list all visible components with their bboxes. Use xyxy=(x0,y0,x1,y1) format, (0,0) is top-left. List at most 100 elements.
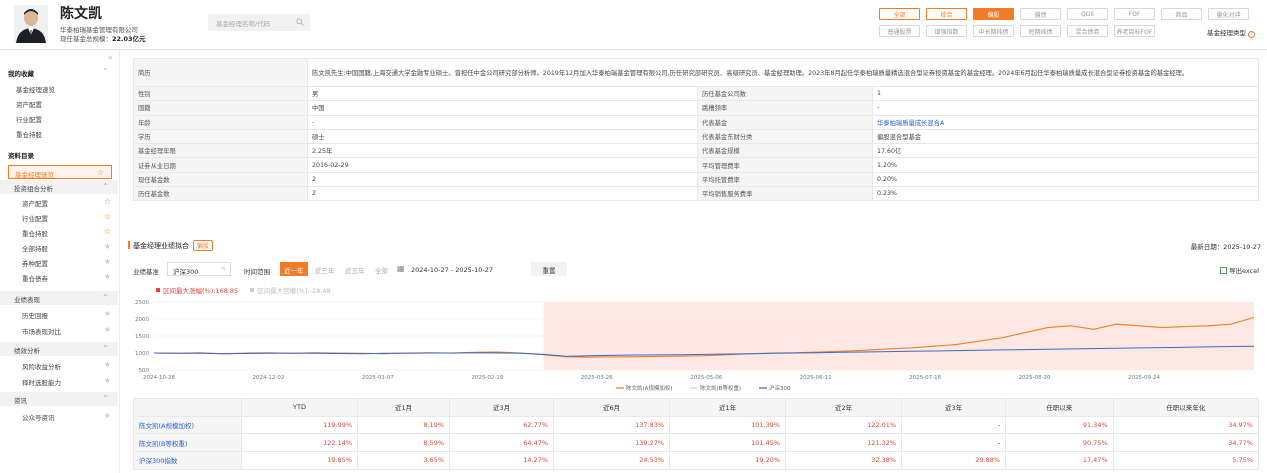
tab-commodity[interactable]: 商品 xyxy=(1161,8,1202,20)
table-row: 证券从业日期 2016-02-29 平均管理费率 1.20% xyxy=(133,157,1259,173)
sidebar-item-wechat-news[interactable]: 公众号资讯 ★ xyxy=(0,409,118,423)
table-row: 陈文凯(B等权重) 122.14% 8.59% 64.47% 139.27% 101.4… xyxy=(133,433,1260,453)
range-5y[interactable]: 近五年 xyxy=(341,262,369,276)
tab-short-bond[interactable]: 短期纯债 xyxy=(1020,25,1061,37)
star-icon[interactable]: ★ xyxy=(104,360,111,369)
date-range[interactable]: 2024-10-27 - 2025-10-27 xyxy=(411,266,493,274)
y-tick-label: 2500 xyxy=(135,300,149,306)
table-row: 国籍 中国 跳槽频率 - xyxy=(133,100,1259,116)
sidebar-group-portfolio[interactable]: 投资组合分析 ^ xyxy=(0,180,118,194)
sidebar-fav-holdings[interactable]: 重仓持股 xyxy=(0,126,118,140)
tab-long-bond[interactable]: 中长期纯债 xyxy=(973,25,1014,37)
total-scale-value: 22.03亿元 xyxy=(112,35,146,43)
tab-fof[interactable]: FOF xyxy=(1114,8,1155,20)
category-tag: 偏股 xyxy=(193,240,214,251)
y-tick-label: 1000 xyxy=(135,351,149,357)
manager-name: 陈文凯 xyxy=(60,6,102,22)
sidebar-item-market-compare[interactable]: 市场表现对比 ★ xyxy=(0,323,118,337)
sidebar: « 我的收藏 ^ 基金经理速览 资产配置 行业配置 重仓持股 资料目录 基金经理速… xyxy=(0,50,120,473)
range-all[interactable]: 全部 xyxy=(371,262,392,276)
table-row: 简历 陈文凯先生:中国国籍,上海交通大学金融专业硕士。曾担任中金公司研究部分析师… xyxy=(133,58,1259,87)
row-name-link[interactable]: 陈文凯(B等权重) xyxy=(133,433,242,453)
chart-controls: 业绩基准 沪深300 ✎ 时间范围 近一年 近三年 近五年 全部 ▦ 2024-1… xyxy=(133,262,1259,276)
drawdown-legend: 区间最大涨幅(%):168.85 区间最大回撤(%):-28.48 xyxy=(156,285,331,295)
tab-stock[interactable]: 普通股票 xyxy=(879,25,920,37)
y-tick-label: 500 xyxy=(139,368,150,374)
sidebar-favorites-header[interactable]: 我的收藏 ^ xyxy=(0,65,118,79)
update-date: 最新日期：2025-10-27 xyxy=(1190,243,1261,251)
manager-type-link[interactable]: 基金经理类型? xyxy=(1207,27,1255,38)
range-3y[interactable]: 近三年 xyxy=(311,262,339,276)
row-name-link[interactable]: 沪深300指数 xyxy=(133,451,242,470)
x-tick-label: 2025-07-16 xyxy=(909,375,941,381)
table-row: 沪深300指数 19.85% 3.65% 14.27% 24.53% 19.20% 32.… xyxy=(133,451,1260,470)
chevron-up-icon: ^ xyxy=(102,183,108,190)
max-gain-label[interactable]: 区间最大涨幅(%):168.85 xyxy=(156,287,238,295)
search-input[interactable]: 基金经理名称/代码 xyxy=(208,14,310,31)
star-icon[interactable]: ★ xyxy=(104,309,111,318)
tab-quant-hedge[interactable]: 量化对冲 xyxy=(1208,8,1249,20)
sidebar-item-timing[interactable]: 择时选股能力 ★ xyxy=(0,374,118,388)
star-icon[interactable]: ★ xyxy=(104,257,111,266)
star-icon[interactable]: ★ xyxy=(104,411,111,420)
representative-fund-link[interactable]: 华泰柏瑞质量成长混合A xyxy=(872,114,1259,130)
star-icon[interactable]: ★ xyxy=(104,325,111,334)
help-icon[interactable]: ? xyxy=(1248,31,1255,38)
x-tick-label: 2025-06-11 xyxy=(800,375,832,381)
sidebar-item-heavy-bonds[interactable]: 重仓债券 ★ xyxy=(0,270,118,284)
calendar-icon[interactable]: ▦ xyxy=(397,264,405,273)
star-icon[interactable]: ☆ xyxy=(104,197,111,206)
x-tick-label: 2025-09-24 xyxy=(1128,375,1160,381)
tab-pension-fof[interactable]: 养老目标FOF xyxy=(1114,25,1155,37)
sidebar-group-performance[interactable]: 业绩表现 ^ xyxy=(0,291,118,305)
sidebar-fav-asset[interactable]: 资产配置 xyxy=(0,96,118,110)
sidebar-item-bond-type[interactable]: 券种配置 ★ xyxy=(0,255,118,269)
tab-qdii[interactable]: QDII xyxy=(1067,8,1108,20)
tab-bond[interactable]: 偏债 xyxy=(1020,8,1061,20)
star-icon[interactable]: ★ xyxy=(104,376,111,385)
table-row: 性别男历任基金公司数 1 xyxy=(133,85,1259,102)
range-1y[interactable]: 近一年 xyxy=(280,262,308,276)
collapse-icon[interactable]: « xyxy=(108,53,113,62)
benchmark-label: 业绩基准 xyxy=(133,268,159,276)
resume-text: 陈文凯先生:中国国籍,上海交通大学金融专业硕士。曾担任中金公司研究部分析师。20… xyxy=(307,58,1259,87)
tab-comprehensive[interactable]: 综合 xyxy=(926,8,967,20)
chevron-up-icon: ^ xyxy=(102,395,108,402)
benchmark-select[interactable]: 沪深300 ✎ xyxy=(167,262,231,276)
sidebar-item-asset[interactable]: 资产配置 ☆ xyxy=(0,195,118,209)
sidebar-group-efficiency[interactable]: 绩效分析 ^ xyxy=(0,342,118,356)
table-row: 现任基金数 2 平均托管费率 0.20% xyxy=(133,171,1259,188)
star-icon[interactable]: ☆ xyxy=(104,212,111,221)
tab-equity[interactable]: 偏股 xyxy=(973,8,1014,20)
x-tick-label: 2025-03-26 xyxy=(581,375,613,381)
tab-enhanced-index[interactable]: 增强指数 xyxy=(926,25,967,37)
row-name-link[interactable]: 陈文凯(A规模加权) xyxy=(133,415,242,435)
max-drawdown-label[interactable]: 区间最大回撤(%):-28.48 xyxy=(250,287,331,295)
sidebar-item-risk-return[interactable]: 风险收益分析 ★ xyxy=(0,358,118,372)
x-tick-label: 2025-05-06 xyxy=(690,375,722,381)
reset-button[interactable]: 重置 xyxy=(531,262,567,276)
tab-all[interactable]: 全部 xyxy=(879,8,920,20)
sidebar-item-history[interactable]: 历史回报 ★ xyxy=(0,307,118,321)
star-icon[interactable]: ★ xyxy=(104,242,111,251)
legend-label: 陈文凯(A规模加权) xyxy=(626,384,673,392)
sidebar-item-industry[interactable]: 行业配置 ☆ xyxy=(0,210,118,224)
export-excel-button[interactable]: 导出excel xyxy=(1220,265,1259,275)
search-icon[interactable] xyxy=(296,18,304,26)
star-icon[interactable]: ★ xyxy=(104,272,111,281)
x-tick-label: 2025-01-07 xyxy=(362,375,394,381)
sidebar-fav-overview[interactable]: 基金经理速览 xyxy=(0,81,118,95)
sidebar-group-news[interactable]: 资讯 ^ xyxy=(0,392,118,406)
tab-mixed-bond[interactable]: 混合债券 xyxy=(1067,25,1108,37)
sidebar-item-holdings[interactable]: 重仓持股 ☆ xyxy=(0,225,118,239)
performance-chart: 500 1000 1500 2000 2500 2024-10-28 2024-12-02 2… xyxy=(135,300,1255,392)
star-icon[interactable]: ☆ xyxy=(104,227,111,236)
sidebar-fav-industry[interactable]: 行业配置 xyxy=(0,111,118,125)
star-icon[interactable]: ☆ xyxy=(97,168,104,177)
legend-label: 沪深300 xyxy=(769,384,791,392)
table-row: 学历 硕士 代表基金东财分类 偏股混合型基金 xyxy=(133,128,1259,145)
sidebar-item-overview[interactable]: 基金经理速览 ☆ xyxy=(8,165,112,179)
excel-icon xyxy=(1220,267,1227,274)
sidebar-item-all-holdings[interactable]: 全部持股 ★ xyxy=(0,240,118,254)
chevron-up-icon: ^ xyxy=(102,345,108,352)
